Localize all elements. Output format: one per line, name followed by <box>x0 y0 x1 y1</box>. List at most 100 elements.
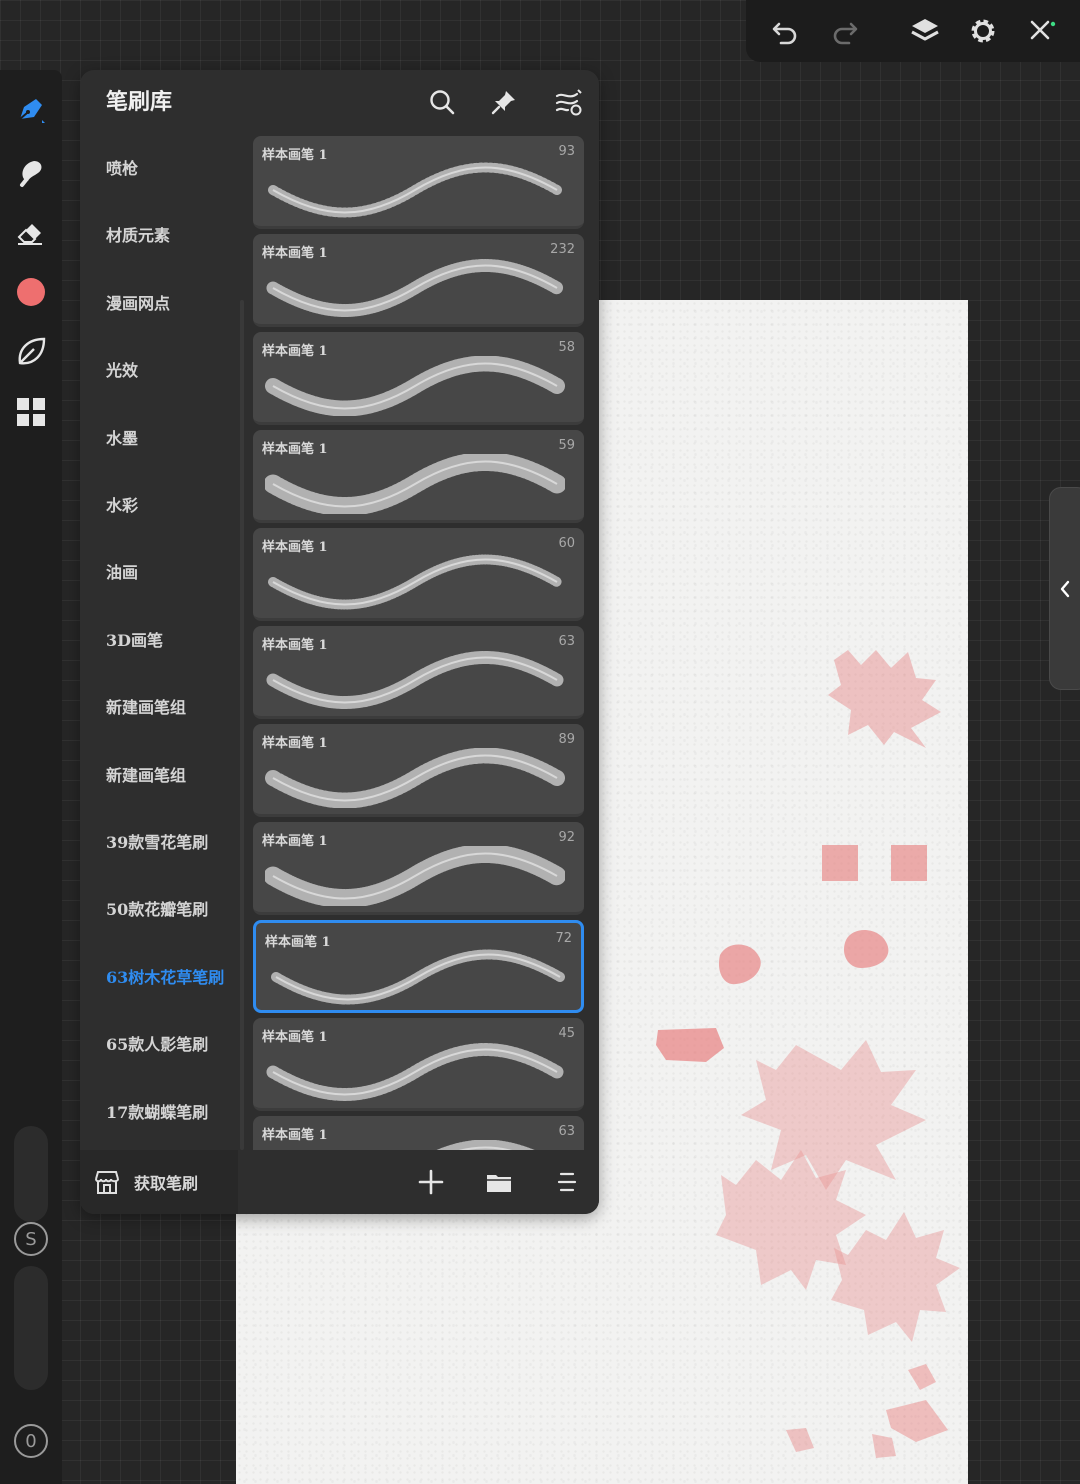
brush-category-item[interactable]: 50款花瓣笔刷 <box>106 890 208 930</box>
brush-category-item[interactable]: 水彩 <box>106 486 138 526</box>
brush-stroke-preview <box>436 1140 535 1150</box>
leaf-icon <box>18 337 46 365</box>
brush-count: 58 <box>558 340 575 355</box>
brush-list: 样本画笔 1 93 样本画笔 1 232 样本画笔 1 58 样本画笔 1 59 样本画笔 16… <box>250 132 599 1150</box>
brush-stroke-preview <box>268 554 562 610</box>
brush-card[interactable]: 样本画笔 1 72 <box>253 920 584 1013</box>
size-label: S <box>25 1228 37 1250</box>
gallery-grid-button[interactable] <box>11 392 51 432</box>
undo-icon <box>772 22 797 45</box>
brush-category-item[interactable]: 漫画网点 <box>106 284 170 324</box>
brush-card[interactable]: 样本画笔 1 45 <box>253 1018 584 1111</box>
brush-card[interactable]: 样本画笔 1 59 <box>253 430 584 523</box>
brush-category-item[interactable]: 水墨 <box>106 419 138 459</box>
pattern-stamp-2 <box>891 845 927 881</box>
large-maple-leaf-1 <box>741 1040 926 1190</box>
top-toolbar <box>746 0 1080 62</box>
leaf-tool-button[interactable] <box>11 332 51 372</box>
small-leaf-stamp-2 <box>886 1400 948 1442</box>
category-scrollbar[interactable] <box>240 300 244 1150</box>
folder-button[interactable] <box>478 1162 520 1202</box>
redo-button[interactable] <box>824 10 866 52</box>
brush-stroke-preview <box>265 748 565 808</box>
brush-count: 60 <box>558 536 575 551</box>
small-leaf-stamp-1 <box>908 1364 936 1390</box>
eraser-tool-button[interactable] <box>11 212 51 252</box>
opacity-indicator: 0 <box>14 1424 48 1458</box>
brush-stroke-preview <box>266 651 564 709</box>
brush-category-item[interactable]: 光效 <box>106 351 138 391</box>
folder-icon <box>487 1175 511 1192</box>
settings-icon <box>971 19 995 43</box>
brush-tool-button[interactable] <box>11 90 51 130</box>
layers-icon <box>911 19 939 41</box>
brush-card[interactable]: 样本画笔 1 232 <box>253 234 584 327</box>
opacity-label: 0 <box>25 1430 37 1452</box>
pin-button[interactable] <box>482 82 526 122</box>
chevron-left-icon <box>1060 580 1070 597</box>
brush-category-item[interactable]: 63树木花草笔刷 <box>106 958 224 998</box>
close-button[interactable] <box>1020 10 1062 52</box>
brush-category-item[interactable]: 17款蝴蝶笔刷 <box>106 1093 208 1133</box>
brush-stroke-preview <box>266 1043 564 1101</box>
close-icon <box>1030 20 1056 40</box>
search-icon <box>430 90 455 115</box>
eraser-icon <box>17 224 42 245</box>
brush-count: 72 <box>555 931 572 946</box>
plus-icon <box>418 1169 444 1195</box>
brush-category-item[interactable]: 喷枪 <box>106 149 138 189</box>
brush-card[interactable]: 样本画笔 1 58 <box>253 332 584 425</box>
get-brushes-button[interactable]: 获取笔刷 <box>92 1162 198 1202</box>
list-icon <box>557 1172 577 1192</box>
brush-category-item[interactable]: 39款雪花笔刷 <box>106 823 208 863</box>
small-leaf-stamp-4 <box>872 1434 896 1458</box>
maple-leaf-stamp <box>828 650 941 748</box>
list-view-button[interactable] <box>546 1162 588 1202</box>
brush-count: 232 <box>550 242 575 257</box>
side-panel-handle[interactable] <box>1049 487 1080 690</box>
large-maple-leaf-3 <box>831 1212 960 1342</box>
brush-stroke-preview <box>266 259 564 317</box>
brush-card[interactable]: 样本画笔 1 93 <box>253 136 584 229</box>
small-leaf-stamp-3 <box>786 1428 814 1452</box>
brush-card[interactable]: 样本画笔 1 60 <box>253 528 584 621</box>
brush-size-slider[interactable] <box>14 1126 48 1222</box>
brush-count: 59 <box>558 438 575 453</box>
pattern-stamp-1 <box>822 845 858 881</box>
left-toolbar: S 0 <box>0 70 62 1484</box>
undo-button[interactable] <box>764 10 806 52</box>
brush-card[interactable]: 样本画笔 1 63 <box>253 626 584 719</box>
footer-left-section: 获取笔刷 <box>80 1150 238 1214</box>
brush-count: 92 <box>558 830 575 845</box>
settings-button[interactable] <box>962 10 1004 52</box>
search-button[interactable] <box>420 82 464 122</box>
grid-icon <box>17 398 45 426</box>
brush-category-item[interactable]: 65款人影笔刷 <box>106 1025 208 1065</box>
redo-icon <box>833 22 858 45</box>
import-brush-button[interactable] <box>546 82 590 122</box>
brush-card[interactable]: 样本画笔 1 89 <box>253 724 584 817</box>
brush-category-item[interactable]: 材质元素 <box>106 216 170 256</box>
brush-category-item[interactable]: 新建画笔组 <box>106 688 186 728</box>
color-icon <box>17 278 45 306</box>
brush-library-panel: 笔刷库 喷枪 材质元素 漫画网点 光效 水墨 水彩 油画 3D画笔 新建画笔组 新建画笔组 39款雪… <box>80 70 599 1214</box>
brush-opacity-slider[interactable] <box>14 1266 48 1390</box>
color-picker-button[interactable] <box>11 272 51 312</box>
add-brush-button[interactable] <box>410 1162 452 1202</box>
brush-category-item[interactable]: 3D画笔 <box>106 621 163 661</box>
flower-stamp-2 <box>843 930 889 968</box>
brush-stroke-preview <box>265 454 565 514</box>
panel-title: 笔刷库 <box>106 89 173 115</box>
brush-count: 63 <box>558 1124 575 1139</box>
brush-category-item[interactable]: 油画 <box>106 553 138 593</box>
get-brushes-label: 获取笔刷 <box>134 1174 199 1193</box>
brush-count: 63 <box>558 634 575 649</box>
brush-card[interactable]: 样本画笔 1 92 <box>253 822 584 915</box>
brush-category-item[interactable]: 新建画笔组 <box>106 756 186 796</box>
brush-card[interactable]: 样本画笔 1 63 <box>253 1116 584 1150</box>
layers-button[interactable] <box>904 10 946 52</box>
brush-count: 93 <box>558 144 575 159</box>
brush-stroke-preview <box>265 356 565 416</box>
smudge-tool-button[interactable] <box>11 152 51 192</box>
flower-stamp-1 <box>718 944 761 985</box>
